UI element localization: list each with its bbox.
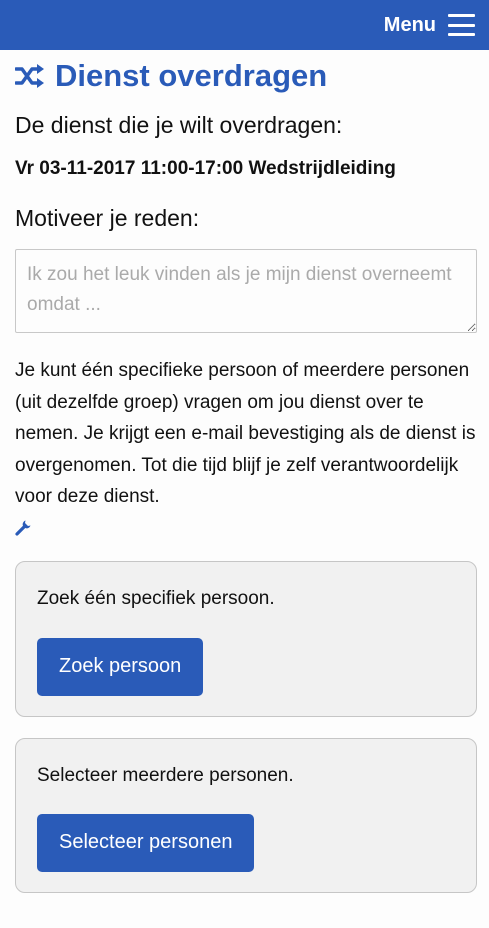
top-navbar: Menu bbox=[0, 0, 489, 50]
multiple-persons-text: Selecteer meerdere personen. bbox=[37, 764, 294, 786]
page-title-text: Dienst overdragen bbox=[55, 58, 328, 93]
search-person-button[interactable]: Zoek persoon bbox=[37, 637, 204, 696]
shuffle-icon bbox=[15, 64, 44, 88]
info-text: Je kunt één specifieke persoon of meerde… bbox=[15, 360, 476, 507]
main-content: Dienst overdragen De dienst die je wilt … bbox=[15, 50, 477, 893]
reason-textarea[interactable] bbox=[15, 249, 477, 333]
hamburger-icon[interactable] bbox=[448, 14, 475, 36]
shift-details: Vr 03-11-2017 11:00-17:00 Wedstrijdleidi… bbox=[15, 158, 396, 179]
select-persons-button[interactable]: Selecteer personen bbox=[37, 813, 255, 872]
transfer-subheading: De dienst die je wilt overdragen: bbox=[15, 112, 343, 138]
wrench-icon[interactable] bbox=[15, 518, 33, 536]
multiple-persons-card: Selecteer meerdere personen. Selecteer p… bbox=[15, 737, 477, 893]
page-title: Dienst overdragen bbox=[15, 51, 477, 101]
motivate-label: Motiveer je reden: bbox=[15, 205, 200, 231]
menu-label[interactable]: Menu bbox=[384, 14, 436, 37]
single-person-text: Zoek één specifiek persoon. bbox=[37, 587, 275, 609]
single-person-card: Zoek één specifiek persoon. Zoek persoon bbox=[15, 560, 477, 717]
